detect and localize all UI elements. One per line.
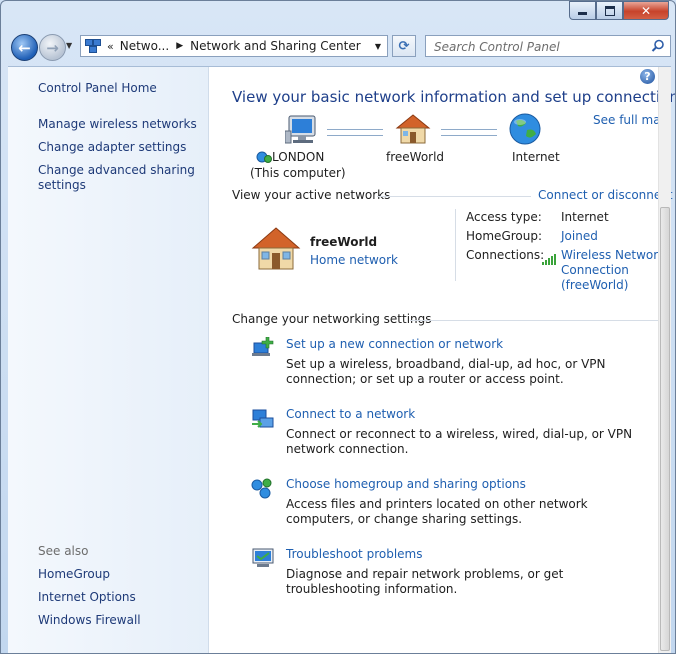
home-network-large-icon xyxy=(251,227,301,270)
wireless-signal-icon xyxy=(542,251,557,265)
address-bar[interactable]: « Netwo... ▶ Network and Sharing Center … xyxy=(80,35,388,57)
task-homegroup-sharing-link[interactable]: Choose homegroup and sharing options xyxy=(286,477,526,491)
network-type-link[interactable]: Home network xyxy=(310,253,398,267)
breadcrumb: « Netwo... ▶ Network and Sharing Center xyxy=(107,39,361,53)
map-computer-sub: (This computer) xyxy=(250,166,346,180)
main-panel: ? View your basic network information an… xyxy=(209,67,675,653)
wireless-connection-link[interactable]: Wireless Network Connection (freeWorld) xyxy=(561,248,665,293)
navigation-bar: ← → ▼ « Netwo... ▶ Network and Sharing C… xyxy=(7,31,671,63)
content-area: Control Panel Home Manage wireless netwo… xyxy=(8,66,675,653)
homegroup-label: HomeGroup: xyxy=(466,229,543,243)
sidebar-change-advanced-sharing[interactable]: Change advanced sharing settings xyxy=(38,163,198,193)
divider xyxy=(377,196,531,197)
map-link-line xyxy=(327,129,383,136)
connect-or-disconnect-link[interactable]: Connect or disconnect xyxy=(538,188,673,202)
address-dropdown-icon[interactable]: ▼ xyxy=(375,42,381,51)
search-box xyxy=(425,35,671,57)
window: ✕ ← → ▼ « Netwo... ▶ Network and Sharing… xyxy=(0,0,676,654)
divider xyxy=(410,320,658,321)
access-type-label: Access type: xyxy=(466,210,542,224)
sidebar-manage-wireless-networks[interactable]: Manage wireless networks xyxy=(38,117,197,132)
connection-line-1: Wireless Network xyxy=(561,248,666,262)
active-networks-label: View your active networks xyxy=(232,188,391,202)
map-internet[interactable]: Internet xyxy=(512,150,560,164)
maximize-icon xyxy=(604,5,615,16)
map-link-line xyxy=(441,129,497,136)
network-icon xyxy=(85,39,101,53)
new-connection-icon xyxy=(252,337,274,356)
refresh-icon: ⟳ xyxy=(398,38,410,54)
see-full-map-link[interactable]: See full map xyxy=(593,113,668,127)
sidebar: Control Panel Home Manage wireless netwo… xyxy=(8,67,209,653)
close-button[interactable]: ✕ xyxy=(623,1,669,20)
homegroup-joined-link[interactable]: Joined xyxy=(561,229,598,243)
see-also-windows-firewall[interactable]: Windows Firewall xyxy=(38,613,141,628)
page-title: View your basic network information and … xyxy=(232,88,676,106)
active-network-name: freeWorld xyxy=(310,235,378,249)
sidebar-control-panel-home[interactable]: Control Panel Home xyxy=(38,81,157,96)
see-also-homegroup[interactable]: HomeGroup xyxy=(38,567,110,582)
task-homegroup-sharing-desc: Access files and printers located on oth… xyxy=(286,497,588,526)
maximize-button[interactable] xyxy=(596,1,623,20)
scrollbar-thumb[interactable] xyxy=(660,207,670,651)
task-troubleshoot-desc: Diagnose and repair network problems, or… xyxy=(286,567,564,596)
see-also-label: See also xyxy=(38,544,89,558)
connections-label: Connections: xyxy=(466,248,545,262)
breadcrumb-network[interactable]: Netwo... xyxy=(120,39,169,53)
homegroup-sharing-icon xyxy=(251,478,272,499)
connection-line-3: (freeWorld) xyxy=(561,278,629,292)
minimize-button[interactable] xyxy=(569,1,596,20)
internet-globe-icon xyxy=(509,113,541,145)
task-troubleshoot-link[interactable]: Troubleshoot problems xyxy=(286,547,422,561)
task-setup-connection-link[interactable]: Set up a new connection or network xyxy=(286,337,503,351)
back-button[interactable]: ← xyxy=(11,34,38,61)
troubleshoot-icon xyxy=(252,548,274,567)
home-network-icon xyxy=(395,114,431,144)
map-network-name[interactable]: freeWorld xyxy=(386,150,444,164)
map-computer-name[interactable]: LONDON xyxy=(272,150,324,164)
forward-button[interactable]: → xyxy=(39,34,66,61)
divider xyxy=(455,209,456,281)
close-icon: ✕ xyxy=(640,3,652,18)
forward-arrow-icon: → xyxy=(46,38,59,57)
search-icon[interactable] xyxy=(651,39,665,53)
caption-buttons: ✕ xyxy=(569,1,669,22)
minimize-icon xyxy=(578,12,587,15)
task-setup-connection-desc: Set up a wireless, broadband, dial-up, a… xyxy=(286,357,606,386)
access-type-value: Internet xyxy=(561,210,609,224)
task-connect-network-link[interactable]: Connect to a network xyxy=(286,407,415,421)
help-button[interactable]: ? xyxy=(640,69,655,84)
breadcrumb-network-sharing-center[interactable]: Network and Sharing Center xyxy=(190,39,361,53)
task-connect-network-desc: Connect or reconnect to a wireless, wire… xyxy=(286,427,633,456)
help-icon: ? xyxy=(644,70,651,83)
sidebar-change-adapter-settings[interactable]: Change adapter settings xyxy=(38,140,186,155)
change-settings-label: Change your networking settings xyxy=(232,312,432,326)
computer-domain-icon xyxy=(256,151,272,163)
see-also-internet-options[interactable]: Internet Options xyxy=(38,590,136,605)
vertical-scrollbar[interactable] xyxy=(658,67,671,653)
connection-line-2: Connection xyxy=(561,263,629,277)
back-arrow-icon: ← xyxy=(18,38,31,57)
refresh-button[interactable]: ⟳ xyxy=(392,35,416,57)
recent-pages-dropdown-icon[interactable]: ▼ xyxy=(66,41,72,50)
computer-icon xyxy=(285,115,316,144)
breadcrumb-separator-icon[interactable]: ▶ xyxy=(176,41,183,51)
breadcrumb-overflow-icon[interactable]: « xyxy=(107,40,114,53)
search-input[interactable] xyxy=(432,37,646,57)
connect-network-icon xyxy=(252,409,274,428)
